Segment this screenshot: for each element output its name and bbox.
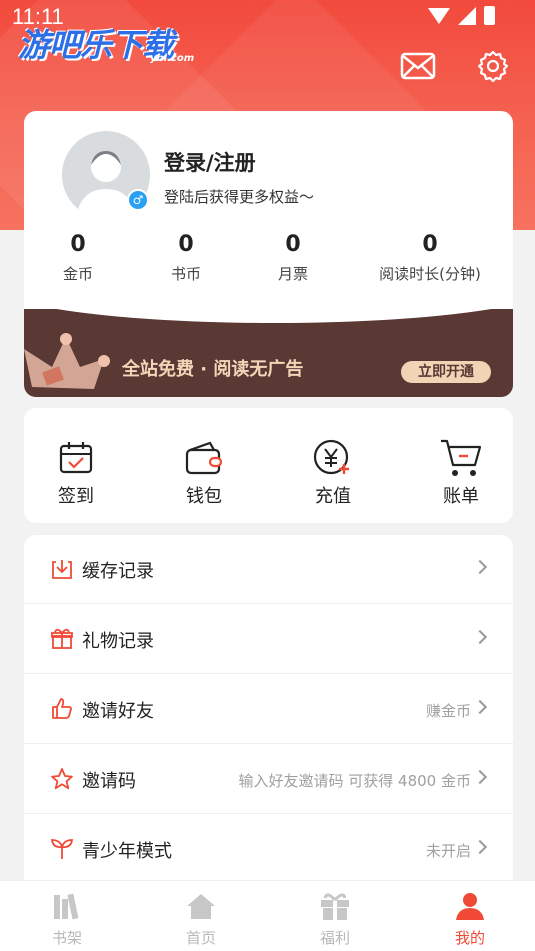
chevron-right-icon — [472, 629, 488, 645]
menu-item-gift-records[interactable]: 礼物记录 — [24, 605, 513, 674]
bottom-tab-bar: 书架 首页 福利 我的 — [0, 880, 535, 951]
menu-item-label: 礼物记录 — [82, 631, 154, 652]
tab-home[interactable]: 首页 — [161, 889, 241, 948]
wifi-icon — [428, 7, 450, 24]
tab-label: 书架 — [51, 929, 82, 947]
menu-item-cache-records[interactable]: 缓存记录 — [24, 535, 513, 604]
tab-bookshelf[interactable]: 书架 — [27, 889, 107, 948]
tab-welfare[interactable]: 福利 — [295, 889, 375, 948]
signal-icon — [458, 6, 476, 25]
menu-item-label: 邀请码 — [82, 771, 136, 792]
tab-label: 福利 — [319, 929, 350, 947]
vip-banner[interactable]: 全站免费 · 阅读无广告 立即开通 — [24, 309, 513, 397]
action-label: 钱包 — [186, 486, 222, 507]
chevron-right-icon — [472, 699, 488, 715]
stat-label: 月票 — [277, 265, 308, 283]
chevron-right-icon — [472, 559, 488, 575]
menu-item-invite-friends[interactable]: 邀请好友 赚金币 — [24, 675, 513, 744]
stat-value: 0 — [422, 232, 438, 257]
download-icon — [52, 560, 72, 579]
login-subtitle: 登陆后获得更多权益～ — [164, 188, 315, 206]
tab-label: 首页 — [185, 929, 216, 947]
chevron-right-icon — [472, 769, 488, 785]
vip-slogan: 全站免费 · 阅读无广告 — [122, 359, 304, 380]
status-icons — [428, 6, 495, 25]
thumbs-up-icon — [52, 698, 72, 719]
profile-card: ♂ 登录/注册 登陆后获得更多权益～ 0 金币 0 书币 0 月票 0 阅读时长… — [24, 111, 513, 397]
sprout-icon — [50, 839, 74, 859]
yuan-plus-icon — [313, 439, 349, 475]
cart-icon — [441, 439, 482, 476]
chevron-right-icon — [472, 839, 488, 855]
bookshelf-icon — [54, 893, 79, 920]
menu-list: 缓存记录 礼物记录 邀请好友 赚金币 邀请码 输入好友邀请码 可获得 4800 … — [24, 535, 513, 895]
action-label: 签到 — [58, 486, 94, 507]
stat-label: 阅读时长(分钟) — [379, 265, 481, 283]
menu-item-hint: 输入好友邀请码 可获得 4800 金币 — [238, 772, 471, 790]
menu-item-teen-mode[interactable]: 青少年模式 未开启 — [24, 815, 513, 884]
star-icon — [51, 768, 73, 790]
tab-label: 我的 — [454, 929, 485, 947]
action-label: 账单 — [443, 486, 479, 507]
crown-icon — [24, 333, 110, 389]
menu-item-label: 青少年模式 — [82, 841, 172, 862]
recharge-button[interactable]: 充值 — [288, 436, 378, 508]
stat-reading-time[interactable]: 0 阅读时长(分钟) — [360, 231, 500, 284]
quick-actions: 签到 钱包 充值 账单 — [24, 408, 513, 523]
mail-icon[interactable] — [398, 46, 438, 86]
checkin-button[interactable]: 签到 — [31, 436, 121, 508]
menu-item-label: 缓存记录 — [82, 561, 154, 582]
menu-item-hint: 未开启 — [425, 842, 471, 860]
calendar-check-icon — [59, 442, 93, 474]
male-icon: ♂ — [127, 189, 149, 211]
gift-icon — [51, 628, 73, 649]
wallet-icon — [185, 441, 223, 475]
login-register-link[interactable]: 登录/注册 — [164, 147, 256, 177]
menu-item-hint: 赚金币 — [425, 702, 471, 720]
banner-curve — [24, 309, 513, 323]
stat-monthly-tickets[interactable]: 0 月票 — [223, 231, 363, 284]
stat-value: 0 — [285, 232, 301, 257]
wallet-button[interactable]: 钱包 — [159, 436, 249, 508]
gear-icon[interactable] — [473, 46, 513, 86]
user-icon — [456, 893, 484, 920]
bills-button[interactable]: 账单 — [416, 436, 506, 508]
gift-icon — [321, 893, 349, 920]
home-icon — [187, 894, 215, 919]
vip-activate-button[interactable]: 立即开通 — [401, 361, 491, 383]
stats-row: 0 金币 0 书币 0 月票 0 阅读时长(分钟) — [24, 231, 513, 291]
battery-icon — [484, 6, 495, 25]
tab-mine[interactable]: 我的 — [430, 889, 510, 948]
action-label: 充值 — [315, 486, 351, 507]
menu-item-label: 邀请好友 — [82, 701, 154, 722]
watermark-logo-sub: ybl.com — [150, 53, 195, 64]
menu-item-invite-code[interactable]: 邀请码 输入好友邀请码 可获得 4800 金币 — [24, 745, 513, 814]
